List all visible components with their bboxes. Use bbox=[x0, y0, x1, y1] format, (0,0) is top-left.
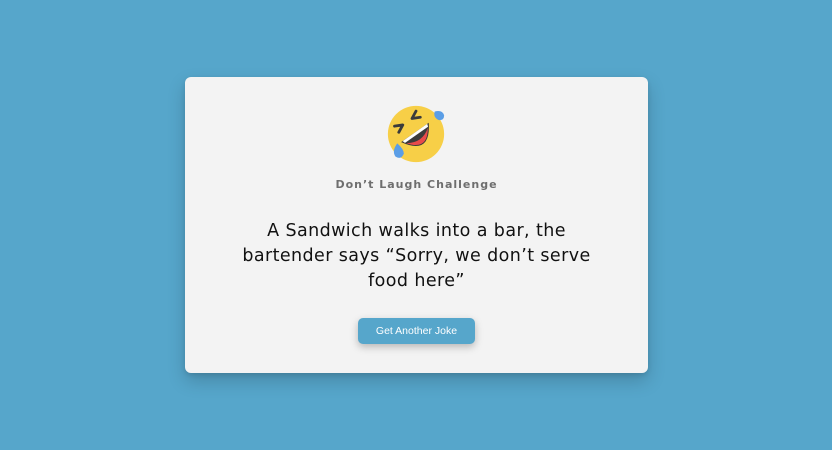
joke-card: Don’t Laugh Challenge A Sandwich walks i… bbox=[185, 77, 648, 373]
joke-text: A Sandwich walks into a bar, the bartend… bbox=[242, 221, 591, 291]
app-title: Don’t Laugh Challenge bbox=[335, 178, 498, 191]
rolling-on-floor-laughing-icon bbox=[387, 105, 445, 163]
get-another-joke-button[interactable]: Get Another Joke bbox=[358, 318, 475, 344]
